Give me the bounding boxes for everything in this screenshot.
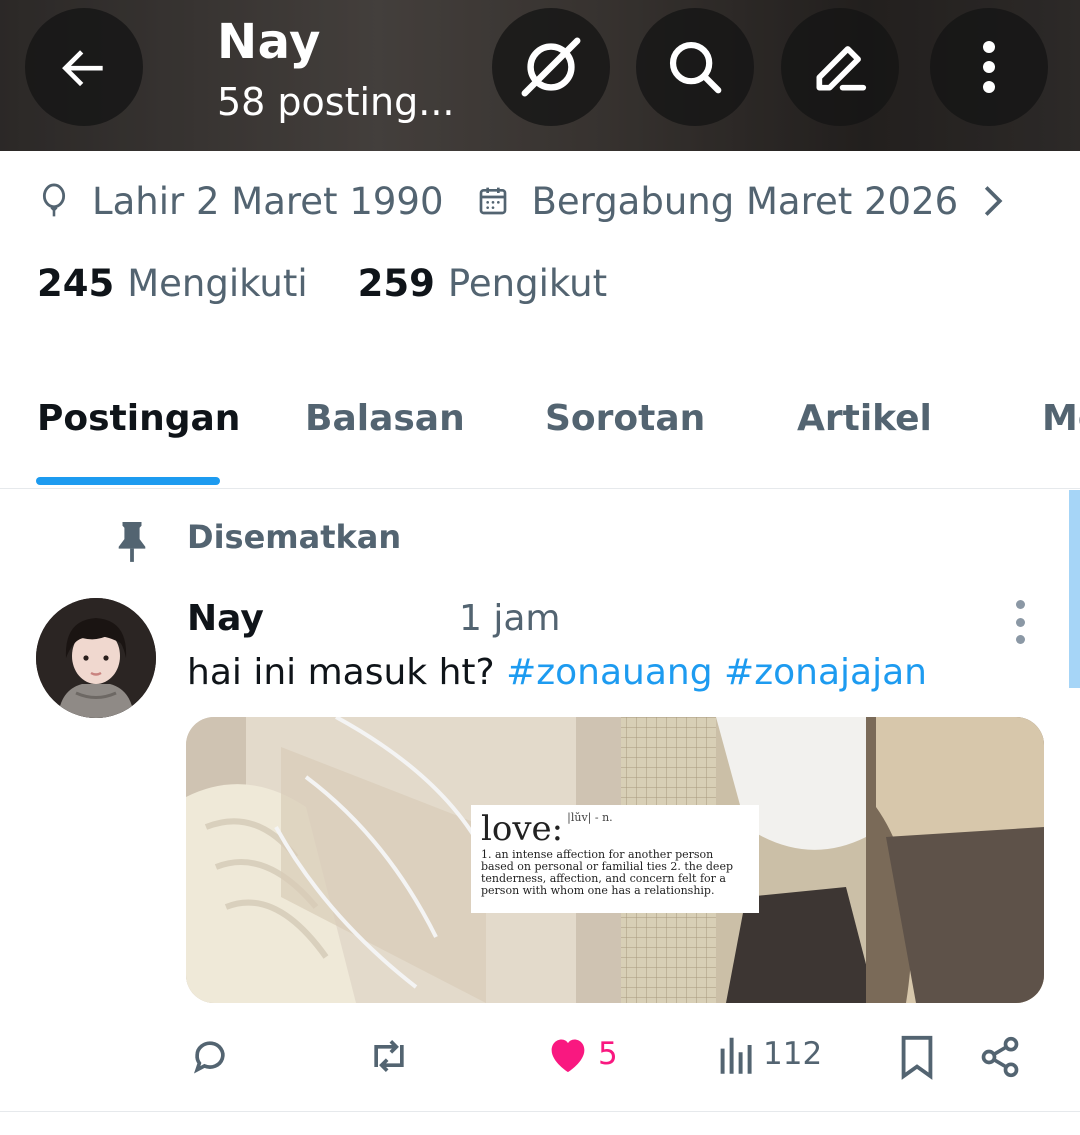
tab-highlights[interactable]: Sorotan [545, 398, 705, 439]
divider [0, 1111, 1080, 1112]
love-word: love: [481, 809, 564, 849]
post-more-button[interactable] [1002, 600, 1038, 644]
more-dot [1015, 617, 1025, 627]
more-options-button[interactable] [930, 8, 1048, 126]
like-count: 5 [598, 1036, 618, 1072]
pin-icon [118, 522, 146, 562]
post-timestamp[interactable]: 1 jam [459, 598, 560, 639]
post-actions: 5 112 [0, 1030, 1080, 1090]
views-button[interactable]: 112 [719, 1034, 822, 1074]
view-count: 112 [763, 1036, 823, 1072]
header-name: Nay [217, 14, 321, 70]
following-label: Mengikuti [127, 262, 308, 305]
avatar[interactable] [36, 598, 156, 718]
search-icon [669, 41, 722, 94]
reply-button[interactable] [188, 1034, 232, 1078]
tab-replies[interactable]: Balasan [305, 398, 465, 439]
profile-tabs: Postingan Balasan Sorotan Artikel Me [0, 378, 1080, 489]
reply-icon [193, 1041, 225, 1074]
search-button[interactable] [636, 8, 754, 126]
grok-button[interactable] [492, 8, 610, 126]
back-button[interactable] [25, 8, 143, 126]
love-definition: 1. an intense affection for another pers… [481, 848, 733, 897]
tab-articles[interactable]: Artikel [797, 398, 932, 439]
post-body: hai ini masuk ht? [187, 652, 495, 693]
more-dot [1015, 600, 1025, 609]
bookmark-icon [901, 1035, 933, 1080]
header-post-count: 58 posting... [217, 80, 455, 124]
tab-media[interactable]: Me [1042, 398, 1080, 439]
hashtag-link[interactable]: #zonauang [506, 652, 713, 693]
love-pronunciation: |lŭv| - n. [567, 811, 613, 824]
balloon-icon [38, 183, 70, 219]
post-media-image[interactable]: love: |lŭv| - n. 1. an intense affection … [186, 717, 1044, 1003]
post-author-name[interactable]: Nay [187, 598, 264, 639]
edit-icon [816, 46, 867, 91]
calendar-icon [477, 185, 509, 217]
follow-stats: 245 Mengikuti 259 Pengikut [37, 262, 607, 305]
more-dot [1015, 635, 1025, 644]
tab-posts[interactable]: Postingan [37, 398, 240, 439]
grok-icon [521, 37, 581, 97]
followers-label: Pengikut [447, 262, 608, 305]
bookmark-button[interactable] [897, 1034, 937, 1080]
scrollbar[interactable] [1069, 490, 1080, 688]
repost-icon [374, 1040, 404, 1072]
active-tab-indicator [36, 477, 220, 485]
profile-meta-row: Lahir 2 Maret 1990 Bergabung Maret 2026 [38, 178, 1026, 224]
birth-date: Lahir 2 Maret 1990 [92, 179, 444, 223]
joined-date: Bergabung Maret 2026 [531, 179, 959, 223]
share-button[interactable] [978, 1034, 1022, 1080]
edit-profile-button[interactable] [781, 8, 899, 126]
chevron-right-icon[interactable] [982, 184, 1004, 218]
repost-button[interactable] [364, 1034, 414, 1078]
hashtag-link[interactable]: #zonajajan [724, 652, 927, 693]
more-vertical-icon [983, 41, 995, 93]
followers-count: 259 [357, 262, 435, 305]
like-button[interactable]: 5 [546, 1034, 618, 1074]
pinned-label: Disematkan [187, 518, 402, 556]
love-definition-card: love: |lŭv| - n. 1. an intense affection … [471, 805, 759, 913]
heart-icon [551, 1039, 585, 1073]
bar-chart-icon [720, 1037, 752, 1074]
followers-link[interactable]: 259 Pengikut [358, 262, 607, 305]
back-icon [62, 50, 103, 87]
pinned-indicator: Disematkan [113, 518, 401, 564]
following-count: 245 [37, 262, 115, 305]
share-icon [981, 1036, 1019, 1078]
post-text: hai ini masuk ht? #zonauang #zonajajan [187, 652, 927, 693]
following-link[interactable]: 245 Mengikuti [37, 262, 308, 305]
